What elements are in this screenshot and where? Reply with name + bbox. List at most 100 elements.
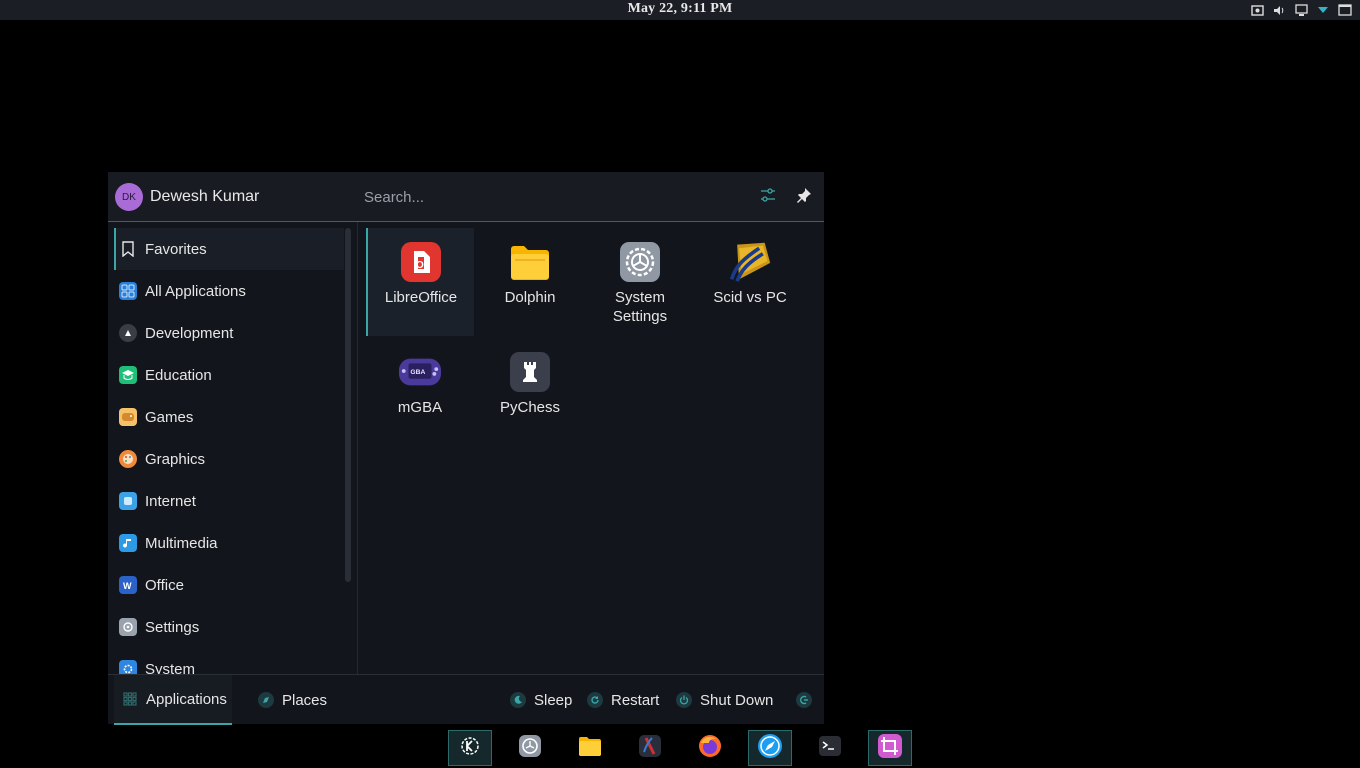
tab-places[interactable]: Places xyxy=(258,675,327,725)
system-settings-icon xyxy=(618,240,662,284)
multimedia-icon xyxy=(119,534,137,552)
divider xyxy=(357,222,358,674)
avatar[interactable]: DK xyxy=(115,183,143,211)
app-label: LibreOffice xyxy=(384,289,458,306)
tab-label: Places xyxy=(282,691,328,709)
bookmark-icon xyxy=(119,240,137,258)
system-tray xyxy=(1250,2,1352,18)
sleep-icon xyxy=(510,692,526,708)
games-icon xyxy=(119,408,137,426)
svg-text:GBA: GBA xyxy=(410,369,425,376)
education-icon xyxy=(119,366,137,384)
app-label: System Settings xyxy=(612,289,668,325)
category-settings[interactable]: Settings xyxy=(114,606,344,648)
dock-files[interactable] xyxy=(568,730,612,766)
pin-icon xyxy=(796,187,812,208)
places-icon xyxy=(258,692,274,708)
app-pychess[interactable]: PyChess xyxy=(476,338,584,446)
sleep-button[interactable]: Sleep xyxy=(510,675,572,725)
category-system[interactable]: System xyxy=(114,648,344,674)
category-label: Multimedia xyxy=(145,534,218,552)
libreoffice-icon: O xyxy=(399,240,443,284)
volume-icon[interactable] xyxy=(1272,3,1286,17)
pin-button[interactable] xyxy=(794,187,814,207)
files-icon xyxy=(578,734,602,763)
configure-button[interactable] xyxy=(758,187,778,207)
sliders-icon xyxy=(759,186,777,209)
tab-label: Applications xyxy=(146,690,227,708)
category-office[interactable]: W Office xyxy=(114,564,344,606)
category-favorites[interactable]: Favorites xyxy=(114,228,344,270)
development-icon xyxy=(119,324,137,342)
dock-screenshot-tool[interactable] xyxy=(868,730,912,766)
category-all-applications[interactable]: All Applications xyxy=(114,270,344,312)
scid-icon xyxy=(728,240,772,284)
dock-terminal[interactable] xyxy=(808,730,852,766)
app-label: Scid vs PC xyxy=(713,289,787,306)
category-label: All Applications xyxy=(145,282,246,300)
dock-launcher[interactable] xyxy=(448,730,492,766)
settings-icon xyxy=(119,618,137,636)
app-libreoffice[interactable]: O LibreOffice xyxy=(366,228,474,336)
restart-icon xyxy=(587,692,603,708)
dock-system-settings[interactable] xyxy=(508,730,552,766)
shutdown-button[interactable]: Shut Down xyxy=(676,675,773,725)
dock-firefox[interactable] xyxy=(688,730,732,766)
category-label: Development xyxy=(145,324,234,342)
terminal-icon xyxy=(818,734,842,763)
leave-button[interactable] xyxy=(796,675,820,725)
category-label: Favorites xyxy=(145,240,207,258)
launcher-header: DK Dewesh Kumar xyxy=(108,172,824,222)
restart-label: Restart xyxy=(611,691,660,709)
screenshot-tool-icon xyxy=(877,733,903,764)
category-scrollbar[interactable] xyxy=(345,228,351,582)
category-label: System xyxy=(145,660,196,675)
power-icon xyxy=(676,692,692,708)
system-settings-icon xyxy=(518,734,542,763)
app-label: Dolphin xyxy=(504,289,556,306)
gameboy-icon: GBA xyxy=(398,350,442,394)
favorites-grid: O LibreOffice Dolphin System Settings Sc… xyxy=(366,228,818,674)
tab-applications[interactable]: Applications xyxy=(114,675,232,725)
category-label: Settings xyxy=(145,618,200,636)
category-internet[interactable]: Internet xyxy=(114,480,344,522)
grid-icon xyxy=(119,282,137,300)
app-scid-vs-pc[interactable]: Scid vs PC xyxy=(696,228,804,336)
category-list: Favorites All Applications Development E… xyxy=(114,228,344,674)
category-label: Graphics xyxy=(145,450,206,468)
app-label: PyChess xyxy=(499,399,561,416)
chess-rook-icon xyxy=(508,350,552,394)
task-manager xyxy=(448,730,912,766)
dock-browser[interactable] xyxy=(748,730,792,766)
applications-icon xyxy=(122,691,138,707)
chevron-down-icon[interactable] xyxy=(1316,3,1330,17)
graphics-icon xyxy=(119,450,137,468)
chess-app-icon xyxy=(638,734,662,763)
display-icon[interactable] xyxy=(1294,3,1308,17)
category-development[interactable]: Development xyxy=(114,312,344,354)
category-label: Office xyxy=(145,576,184,594)
dock-chess-app[interactable] xyxy=(628,730,672,766)
category-multimedia[interactable]: Multimedia xyxy=(114,522,344,564)
launcher-footer: Applications Places Sleep Restart Shut D… xyxy=(108,674,824,725)
category-label: Education xyxy=(145,366,212,384)
window-icon[interactable] xyxy=(1338,3,1352,17)
svg-text:O: O xyxy=(416,260,424,271)
restart-button[interactable]: Restart xyxy=(587,675,659,725)
search-input[interactable] xyxy=(358,184,748,210)
app-system-settings[interactable]: System Settings xyxy=(586,228,694,336)
app-mgba[interactable]: GBA mGBA xyxy=(366,338,474,446)
category-label: Internet xyxy=(145,492,196,510)
category-games[interactable]: Games xyxy=(114,396,344,438)
leave-icon xyxy=(796,692,812,708)
category-graphics[interactable]: Graphics xyxy=(114,438,344,480)
app-dolphin[interactable]: Dolphin xyxy=(476,228,584,336)
sleep-label: Sleep xyxy=(534,691,573,709)
svg-text:W: W xyxy=(123,581,132,591)
folder-icon xyxy=(508,240,552,284)
category-label: Games xyxy=(145,408,194,426)
system-icon xyxy=(119,660,137,674)
clock[interactable]: May 22, 9:11 PM xyxy=(0,1,1360,17)
category-education[interactable]: Education xyxy=(114,354,344,396)
screenshot-icon[interactable] xyxy=(1250,3,1264,17)
